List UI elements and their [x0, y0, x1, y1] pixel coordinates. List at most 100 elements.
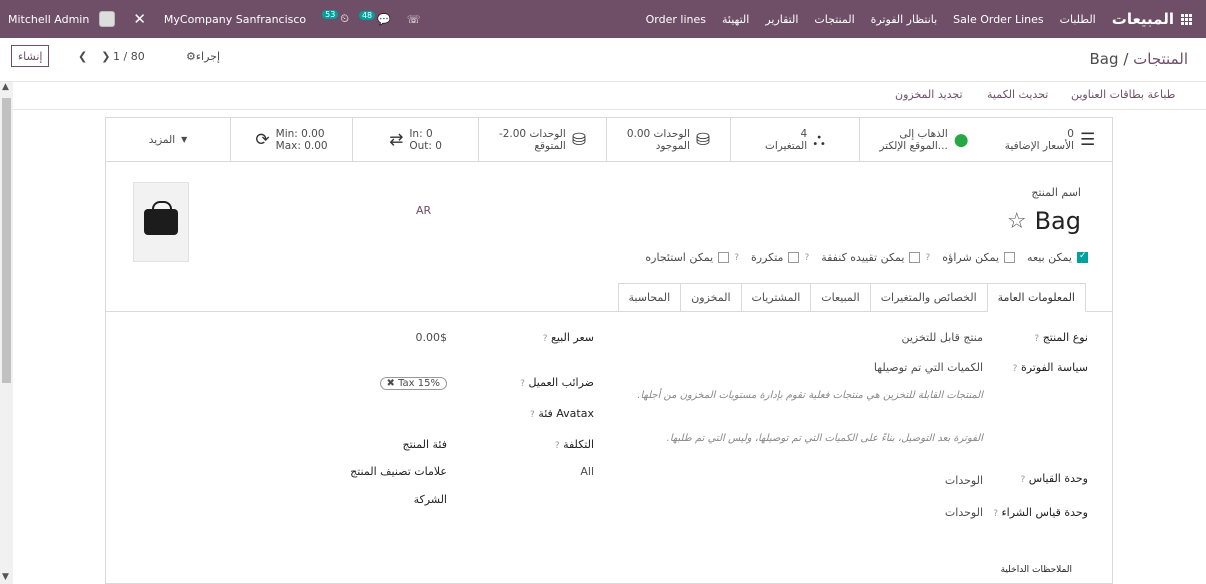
product-name-field[interactable]: Bag	[1035, 207, 1081, 235]
help-icon: ?	[925, 252, 931, 263]
caret-down-icon: ▼	[181, 135, 188, 144]
systray: Mitchell Admin ✕ MyCompany Sanfrancisco …	[8, 0, 421, 38]
remove-tag-icon[interactable]: ✖	[387, 378, 395, 389]
user-name[interactable]: Mitchell Admin	[8, 13, 89, 26]
recurring-label: متكررة	[751, 251, 784, 264]
checkbox-checked-icon[interactable]	[1077, 251, 1088, 263]
messages-button[interactable]: 48 💬	[358, 10, 391, 26]
tax-tag[interactable]: ✖ Tax 15%	[379, 377, 447, 390]
can-be-purchased[interactable]: يمكن شراؤه	[942, 251, 1016, 264]
product-type-value[interactable]: منتج قابل للتخزين	[901, 331, 983, 344]
can-be-purchased-label: يمكن شراؤه	[942, 251, 1000, 264]
internal-notes-label: الملاحظات الداخلية	[1000, 565, 1072, 575]
tab-accounting[interactable]: المحاسبة	[617, 283, 682, 312]
recurring[interactable]: ? متكررة	[751, 251, 809, 264]
min-qty: Min: 0.00	[275, 128, 325, 140]
invoice-policy-label: ? سياسة الفوترة	[1012, 361, 1088, 374]
gear-icon: ⚙	[186, 50, 196, 63]
sale-price-value[interactable]: 0.00$	[416, 331, 448, 344]
forecasted-button[interactable]: -2.00 الوحدات المتوقع ⛁	[478, 118, 606, 162]
phone-icon[interactable]: ☏	[407, 13, 421, 26]
sale-price-label: ? سعر البيع	[542, 331, 594, 344]
previous-record-icon[interactable]: ❮	[78, 50, 87, 63]
customer-taxes-label: ? ضرائب العميل	[520, 376, 594, 389]
variants-button[interactable]: 4 المتغيرات ⛬	[730, 118, 859, 162]
tab-inventory[interactable]: المخزون	[680, 283, 742, 312]
app-switcher[interactable]: المبيعات	[1112, 10, 1192, 28]
action-menu-button[interactable]: ⚙إجراء	[186, 50, 220, 63]
cubes-icon: ⛁	[571, 130, 587, 150]
category-value[interactable]: All	[580, 465, 594, 478]
scrollbar-thumb[interactable]	[2, 98, 11, 383]
uom-value[interactable]: الوحدات	[945, 474, 983, 487]
cubes-icon: ⛁	[695, 130, 711, 150]
company-switcher[interactable]: MyCompany Sanfrancisco	[164, 13, 306, 26]
update-quantity-button[interactable]: تحديث الكمية	[987, 88, 1048, 101]
form-sheet: 0 الأسعار الإضافية ☰ الذهاب إلى الموقع الإ…	[105, 117, 1113, 584]
more-dropdown[interactable]: المزيد ▼	[106, 118, 230, 162]
chat-icon: 💬	[377, 12, 391, 26]
activities-button[interactable]: 53 ⏲	[322, 10, 349, 26]
menu-order-lines[interactable]: Order lines	[646, 13, 706, 26]
purchase-uom-label: ? وحدة قياس الشراء	[993, 506, 1088, 519]
website-line2: الموقع الإلكتر...	[879, 140, 948, 152]
min-max-button[interactable]: ⟳ Min: 0.00 Max: 0.00	[230, 118, 352, 162]
list-icon: ☰	[1079, 130, 1096, 150]
in-out-button[interactable]: ⇄ In: 0 Out: 0	[352, 118, 478, 162]
extra-prices-button[interactable]: 0 الأسعار الإضافية ☰	[988, 118, 1112, 162]
debug-tools-icon[interactable]: ✕	[133, 10, 146, 28]
out-qty: Out: 0	[409, 140, 442, 152]
create-button[interactable]: إنشاء	[11, 45, 50, 67]
cost-label: ? التكلفة	[554, 438, 594, 451]
scroll-down-icon[interactable]: ▼	[2, 572, 9, 582]
checkbox-icon[interactable]	[788, 252, 800, 263]
on-hand-button[interactable]: 0.00 الوحدات الموجود ⛁	[606, 118, 730, 162]
tab-sales[interactable]: المبيعات	[810, 283, 871, 312]
action-label: إجراء	[195, 50, 221, 63]
replenish-button[interactable]: تجديد المخزون	[895, 88, 963, 101]
checkbox-icon[interactable]	[1004, 252, 1016, 263]
variants-count: 4	[800, 128, 808, 140]
tab-attributes-variants[interactable]: الخصائص والمتغيرات	[869, 283, 988, 312]
menu-orders[interactable]: الطلبات	[1060, 13, 1096, 26]
can-be-expensed[interactable]: ? يمكن تقييده كنفقة	[821, 251, 930, 264]
customer-taxes-field[interactable]: ✖ Tax 15%	[379, 376, 447, 390]
pager-arrows: ❮ ❯	[78, 50, 110, 63]
extra-prices-label: الأسعار الإضافية	[1004, 140, 1074, 152]
go-to-website-button[interactable]: الذهاب إلى الموقع الإلكتر... ●	[859, 118, 988, 162]
purchase-uom-value[interactable]: الوحدات	[945, 506, 983, 519]
checkbox-icon[interactable]	[909, 252, 921, 263]
avatax-label: ? فئة Avatax	[530, 407, 594, 420]
product-options: يمكن بيعه يمكن شراؤه ?يمكن تقييده كنفقة …	[645, 251, 1088, 264]
menu-to-invoice[interactable]: بانتظار الفوترة	[871, 13, 938, 26]
user-avatar[interactable]	[99, 11, 116, 27]
can-be-sold[interactable]: يمكن بيعه	[1027, 251, 1088, 264]
print-labels-button[interactable]: طباعة بطاقات العناوين	[1071, 88, 1175, 101]
language-tag[interactable]: AR	[416, 204, 431, 217]
next-record-icon[interactable]: ❯	[101, 50, 110, 63]
forecasted-qty: -2.00 الوحدات	[498, 128, 566, 140]
can-be-rented[interactable]: ? يمكن استئجاره	[645, 251, 739, 264]
main-menu: المبيعات الطلبات Sale Order Lines بانتظا…	[646, 0, 1192, 38]
menu-sale-order-lines[interactable]: Sale Order Lines	[953, 13, 1043, 26]
menu-products[interactable]: المنتجات	[814, 13, 854, 26]
star-icon[interactable]: ☆	[1007, 209, 1027, 234]
invoice-policy-value[interactable]: الكميات التي تم توصيلها	[874, 361, 983, 374]
checkbox-icon[interactable]	[718, 252, 730, 263]
breadcrumb-products[interactable]: المنتجات	[1133, 50, 1188, 68]
tab-purchase[interactable]: المشتريات	[740, 283, 812, 312]
product-image[interactable]	[133, 182, 189, 262]
vertical-scrollbar[interactable]: ▲ ▼	[0, 82, 13, 584]
sitemap-icon: ⛬	[813, 130, 826, 150]
smart-buttons: 0 الأسعار الإضافية ☰ الذهاب إلى الموقع الإ…	[106, 118, 1112, 162]
apps-grid-icon	[1181, 13, 1192, 25]
breadcrumb-current: Bag	[1089, 50, 1119, 68]
scroll-up-icon[interactable]: ▲	[2, 82, 9, 92]
tab-general-information[interactable]: المعلومات العامة	[986, 283, 1086, 312]
pager-value[interactable]: 1 / 80	[113, 50, 145, 63]
message-count: 48	[358, 10, 376, 20]
menu-configuration[interactable]: التهيئة	[722, 13, 749, 26]
can-be-sold-label: يمكن بيعه	[1027, 251, 1072, 264]
menu-reporting[interactable]: التقارير	[765, 13, 798, 26]
product-name: Bag ☆	[1007, 207, 1081, 235]
